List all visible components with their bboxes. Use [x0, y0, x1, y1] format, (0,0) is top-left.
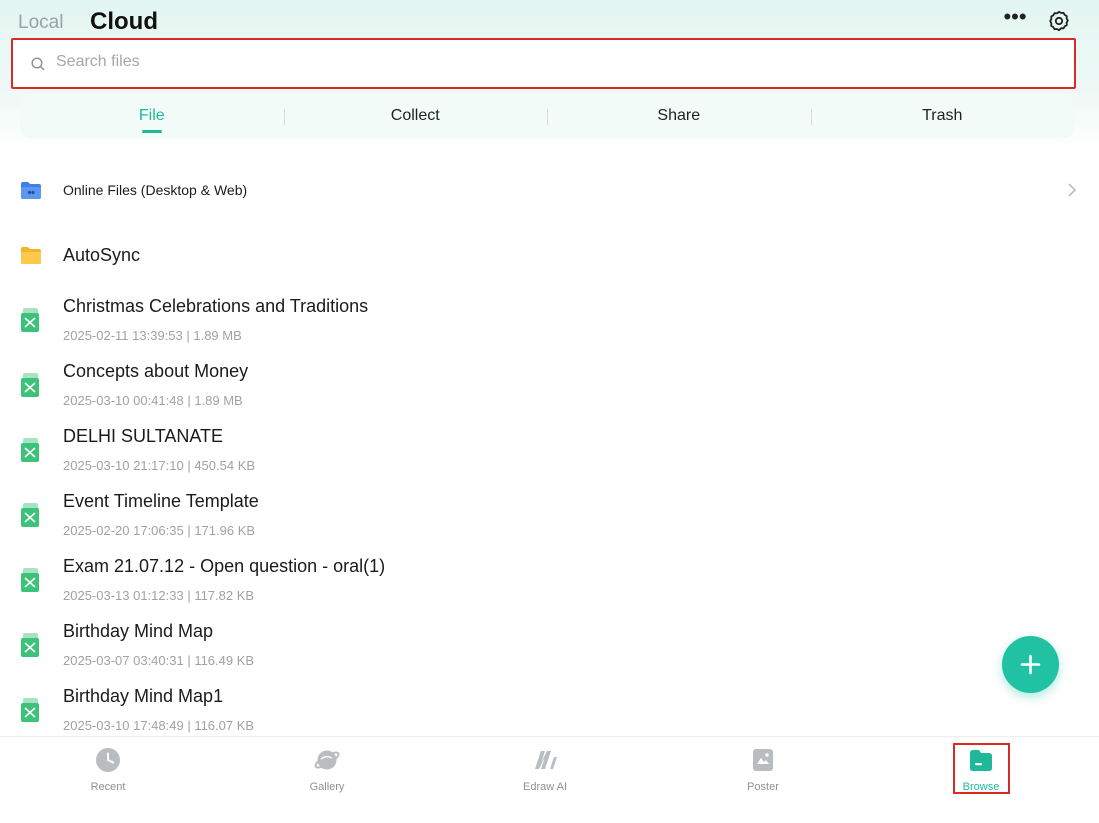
file-row[interactable]: DELHI SULTANATE 2025-03-10 21:17:10 | 45…: [0, 422, 1099, 480]
file-name: Christmas Celebrations and Traditions: [63, 296, 369, 316]
planet-icon: [314, 750, 340, 770]
more-horizontal-icon[interactable]: •••: [1002, 6, 1028, 30]
add-button[interactable]: [1002, 636, 1059, 693]
folder-name: AutoSync: [63, 245, 141, 265]
folder-row-autosync[interactable]: AutoSync: [0, 234, 1099, 278]
file-row[interactable]: Event Timeline Template 2025-02-20 17:06…: [0, 487, 1099, 545]
file-name: Event Timeline Template: [63, 491, 259, 511]
file-row[interactable]: Concepts about Money 2025-03-10 00:41:48…: [0, 357, 1099, 415]
nav-label: Recent: [90, 781, 126, 793]
gear-icon[interactable]: [1047, 9, 1071, 33]
file-meta: 2025-03-07 03:40:31 | 116.49 KB: [63, 653, 255, 668]
tab-share[interactable]: Share: [547, 94, 811, 138]
browse-highlight-box: [953, 743, 1010, 794]
file-name: Concepts about Money: [63, 361, 249, 381]
tab-trash-label: Trash: [922, 107, 963, 124]
mindmap-file-icon: [21, 698, 39, 722]
file-meta: 2025-03-13 01:12:33 | 117.82 KB: [63, 588, 255, 603]
tab-file[interactable]: File: [20, 94, 284, 138]
poster-icon: [753, 749, 773, 771]
bottom-navigation: Recent Gallery Edraw AI Poster Browse: [0, 736, 1099, 823]
tab-collect[interactable]: Collect: [283, 94, 548, 138]
nav-label: Gallery: [309, 781, 345, 793]
clock-icon: [96, 748, 120, 772]
active-tab-indicator: [141, 130, 162, 133]
search-box[interactable]: [11, 38, 1076, 89]
search-icon: [31, 57, 45, 71]
chevron-right-icon: [1068, 183, 1077, 197]
search-field[interactable]: [18, 45, 1069, 82]
tab-file-label: File: [138, 107, 165, 124]
tab-cloud[interactable]: Cloud: [90, 8, 158, 36]
file-meta: 2025-03-10 17:48:49 | 116.07 KB: [63, 718, 255, 733]
folder-row-online-files[interactable]: Online Files (Desktop & Web): [0, 158, 1099, 222]
mindmap-file-icon: [21, 438, 39, 462]
mindmap-file-icon: [21, 308, 39, 332]
tab-trash[interactable]: Trash: [810, 94, 1075, 138]
file-name: Birthday Mind Map1: [63, 686, 224, 706]
edraw-ai-icon: [535, 751, 557, 769]
nav-label: Edraw AI: [522, 781, 568, 793]
file-meta: 2025-02-20 17:06:35 | 171.96 KB: [63, 523, 256, 538]
file-row[interactable]: Exam 21.07.12 - Open question - oral(1) …: [0, 552, 1099, 610]
file-row[interactable]: Birthday Mind Map 2025-03-07 03:40:31 | …: [0, 617, 1099, 675]
search-input[interactable]: [56, 53, 956, 71]
mindmap-file-icon: [21, 568, 39, 592]
file-name: DELHI SULTANATE: [63, 426, 224, 446]
tab-collect-label: Collect: [390, 107, 440, 124]
file-name: Birthday Mind Map: [63, 621, 214, 641]
nav-poster[interactable]: Poster: [713, 745, 813, 801]
nav-gallery[interactable]: Gallery: [277, 745, 377, 801]
file-name: Exam 21.07.12 - Open question - oral(1): [63, 556, 386, 576]
nav-edraw-ai[interactable]: Edraw AI: [495, 745, 595, 801]
nav-label: Poster: [747, 781, 779, 793]
nav-recent[interactable]: Recent: [58, 745, 158, 801]
file-meta: 2025-03-10 21:17:10 | 450.54 KB: [63, 458, 256, 473]
cloud-folder-icon: [21, 182, 41, 199]
mindmap-file-icon: [21, 633, 39, 657]
folder-icon: [21, 247, 41, 264]
mindmap-file-icon: [21, 373, 39, 397]
tab-share-label: Share: [657, 107, 701, 124]
file-row[interactable]: Birthday Mind Map1 2025-03-10 17:48:49 |…: [0, 682, 1099, 736]
file-meta: 2025-02-11 13:39:53 | 1.89 MB: [63, 328, 242, 343]
file-meta: 2025-03-10 00:41:48 | 1.89 MB: [63, 393, 243, 408]
file-segment-tabs: File Collect Share Trash: [20, 94, 1074, 138]
plus-icon: [1020, 654, 1041, 675]
mindmap-file-icon: [21, 503, 39, 527]
file-row[interactable]: Christmas Celebrations and Traditions 20…: [0, 292, 1099, 350]
folder-name: Online Files (Desktop & Web): [63, 182, 248, 198]
tab-local[interactable]: Local: [18, 12, 63, 34]
